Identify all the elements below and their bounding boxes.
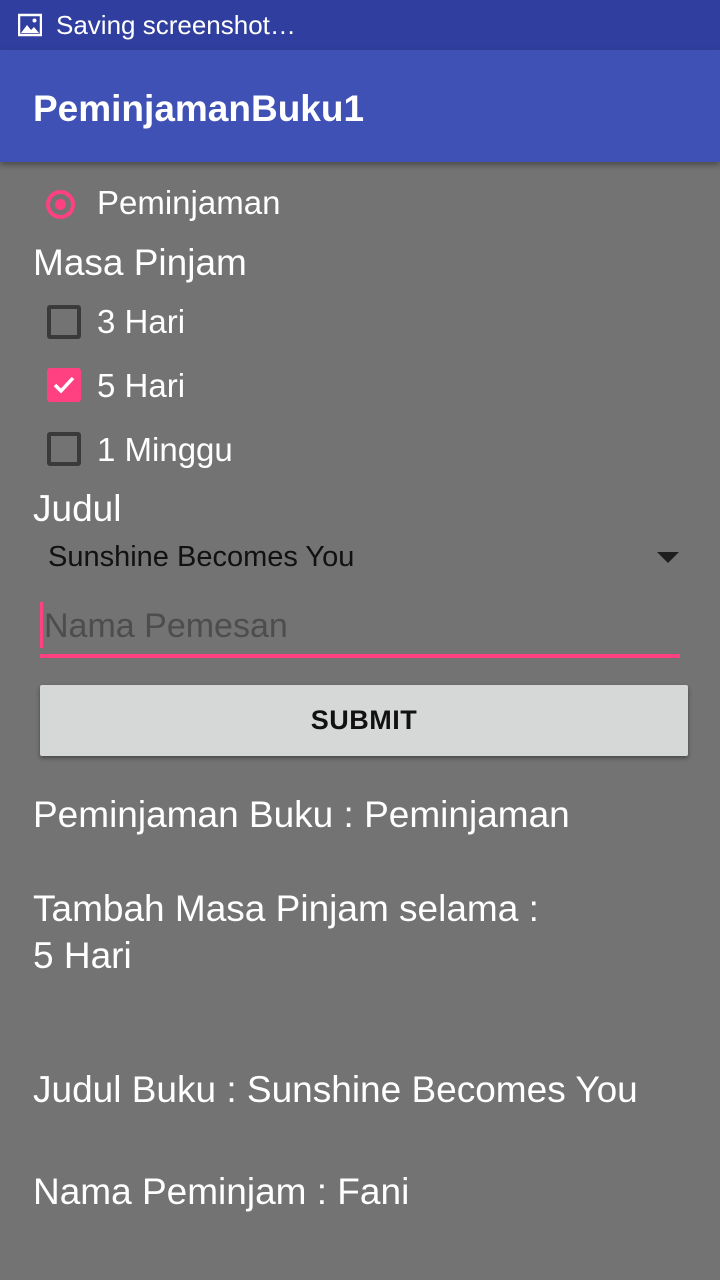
input-underline [40, 654, 680, 658]
checkbox-label: 3 Hari [97, 303, 186, 340]
radio-label: Peminjaman [97, 184, 281, 221]
radio-peminjaman[interactable]: Peminjaman [0, 180, 720, 230]
checkbox[interactable] [47, 432, 81, 466]
checkbox-label: 1 Minggu [97, 431, 233, 468]
app-bar: PeminjamanBuku1 [0, 50, 720, 162]
result-nama: Nama Peminjam : Fani [33, 1171, 410, 1212]
status-bar: Saving screenshot… [0, 0, 720, 50]
app-title: PeminjamanBuku1 [33, 88, 365, 129]
judul-label: Judul [33, 488, 122, 529]
result-masa-line2: 5 Hari [33, 935, 132, 976]
nama-pemesan-input[interactable] [40, 604, 684, 648]
status-text: Saving screenshot… [56, 10, 296, 40]
checkbox[interactable] [47, 368, 81, 402]
result-judul: Judul Buku : Sunshine Becomes You [33, 1069, 638, 1110]
checkbox-3-hari[interactable]: 3 Hari [0, 298, 720, 348]
check-icon [53, 376, 75, 394]
masa-pinjam-label: Masa Pinjam [33, 242, 247, 283]
checkbox-5-hari[interactable]: 5 Hari [0, 362, 720, 412]
result-peminjaman: Peminjaman Buku : Peminjaman [33, 794, 570, 835]
checkbox-1-minggu[interactable]: 1 Minggu [0, 426, 720, 476]
checkbox-label: 5 Hari [97, 367, 186, 404]
result-masa-line1: Tambah Masa Pinjam selama : [33, 888, 539, 929]
spinner-selected-value: Sunshine Becomes You [48, 541, 355, 573]
submit-button[interactable]: SUBMIT [40, 685, 688, 756]
radio-button[interactable] [46, 190, 75, 219]
checkbox[interactable] [47, 305, 81, 339]
image-icon [18, 13, 42, 37]
dropdown-arrow-icon[interactable] [657, 552, 679, 563]
